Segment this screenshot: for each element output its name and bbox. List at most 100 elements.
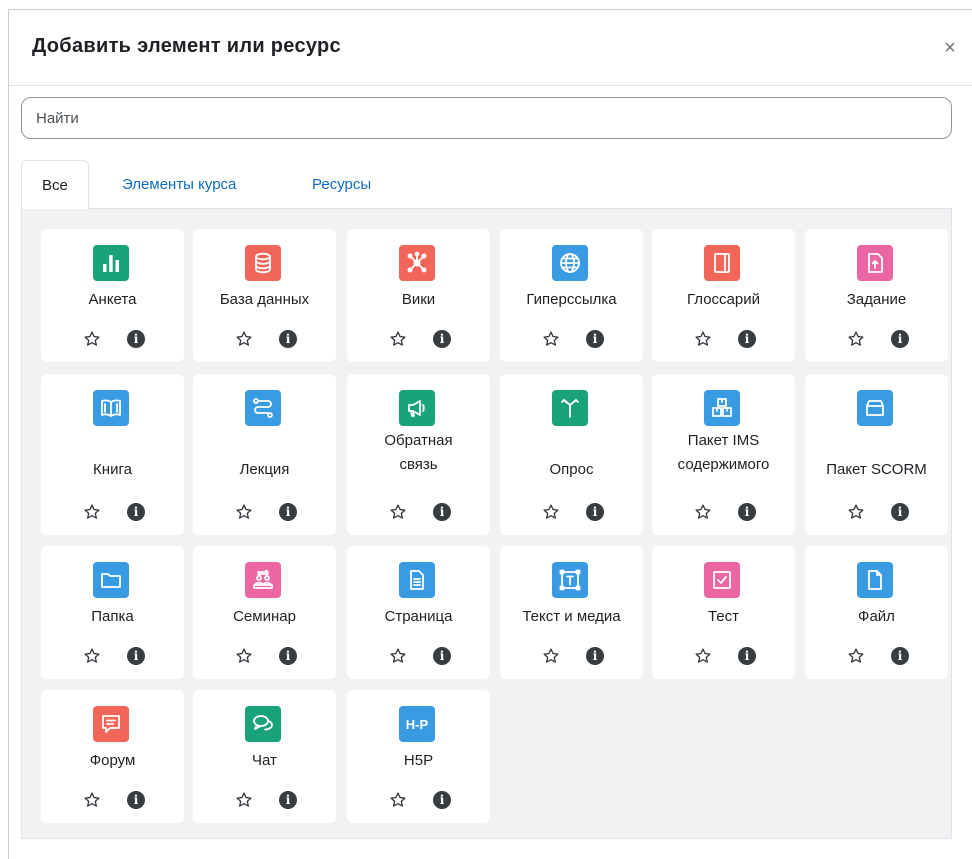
info-icon[interactable]: i xyxy=(433,647,451,665)
tab-all[interactable]: Все xyxy=(21,160,89,210)
tab-activities[interactable]: Элементы курса xyxy=(102,160,256,209)
activity-card[interactable]: База данных i xyxy=(193,229,336,362)
star-icon[interactable] xyxy=(694,330,712,348)
close-icon[interactable]: × xyxy=(938,36,962,60)
star-icon[interactable] xyxy=(694,647,712,665)
info-icon[interactable]: i xyxy=(127,330,145,348)
info-icon[interactable]: i xyxy=(433,791,451,809)
activity-card[interactable]: Пакет SCORM i xyxy=(805,374,948,535)
activity-label: Задание xyxy=(846,291,907,308)
info-icon[interactable]: i xyxy=(891,647,909,665)
info-icon[interactable]: i xyxy=(738,647,756,665)
book-open-icon xyxy=(93,390,129,426)
activity-label: Глоссарий xyxy=(687,291,760,308)
info-icon[interactable]: i xyxy=(279,503,297,521)
activity-label: База данных xyxy=(219,291,310,308)
folder-icon xyxy=(93,562,129,598)
activity-card[interactable]: Пакет IMS содержимого i xyxy=(652,374,795,535)
star-icon[interactable] xyxy=(235,503,253,521)
package-icon xyxy=(704,390,740,426)
tab-bar: Все Элементы курса Ресурсы xyxy=(21,160,952,210)
activity-card[interactable]: Папка i xyxy=(41,546,184,679)
activity-card[interactable]: Вики i xyxy=(347,229,490,362)
info-icon[interactable]: i xyxy=(279,647,297,665)
activity-card[interactable]: Глоссарий i xyxy=(652,229,795,362)
activity-label: Папка xyxy=(91,608,134,625)
signpost-icon xyxy=(552,390,588,426)
info-icon[interactable]: i xyxy=(891,503,909,521)
activity-card[interactable]: Опрос i xyxy=(500,374,643,535)
database-icon xyxy=(245,245,281,281)
star-icon[interactable] xyxy=(83,647,101,665)
activity-card[interactable]: Файл i xyxy=(805,546,948,679)
star-icon[interactable] xyxy=(83,330,101,348)
star-icon[interactable] xyxy=(542,330,560,348)
activity-label: Гиперссылка xyxy=(526,291,617,308)
info-icon[interactable]: i xyxy=(127,647,145,665)
activity-label: Пакет IMS содержимого xyxy=(677,432,770,473)
activity-card[interactable]: Тест i xyxy=(652,546,795,679)
info-icon[interactable]: i xyxy=(127,791,145,809)
megaphone-icon xyxy=(399,390,435,426)
star-icon[interactable] xyxy=(389,503,407,521)
star-icon[interactable] xyxy=(847,647,865,665)
activity-card[interactable]: Книга i xyxy=(41,374,184,535)
activity-label: H5P xyxy=(403,752,434,769)
star-icon[interactable] xyxy=(389,791,407,809)
chat-bubble-icon xyxy=(93,706,129,742)
activity-label: Чат xyxy=(252,752,277,769)
activity-card[interactable]: Задание i xyxy=(805,229,948,362)
info-icon[interactable]: i xyxy=(586,647,604,665)
star-icon[interactable] xyxy=(235,330,253,348)
activity-card[interactable]: Гиперссылка i xyxy=(500,229,643,362)
activity-label: Форум xyxy=(89,752,136,769)
star-icon[interactable] xyxy=(847,503,865,521)
info-icon[interactable]: i xyxy=(279,791,297,809)
tab-resources[interactable]: Ресурсы xyxy=(292,160,391,209)
info-icon[interactable]: i xyxy=(279,330,297,348)
info-icon[interactable]: i xyxy=(738,503,756,521)
star-icon[interactable] xyxy=(694,503,712,521)
activity-label: Анкета xyxy=(88,291,137,308)
activity-card[interactable]: Чат i xyxy=(193,690,336,823)
info-icon[interactable]: i xyxy=(586,330,604,348)
info-icon[interactable]: i xyxy=(127,503,145,521)
network-icon xyxy=(399,245,435,281)
activity-card[interactable]: Обратная связь i xyxy=(347,374,490,535)
activity-card[interactable]: Текст и медиа i xyxy=(500,546,643,679)
activity-label: Файл xyxy=(858,608,895,625)
dialog-header: Добавить элемент или ресурс × xyxy=(9,10,972,86)
star-icon[interactable] xyxy=(542,647,560,665)
search-input[interactable] xyxy=(21,97,952,139)
activity-card[interactable]: Семинар i xyxy=(193,546,336,679)
star-icon[interactable] xyxy=(83,791,101,809)
activity-card[interactable]: Страница i xyxy=(347,546,490,679)
activity-card[interactable]: H-P H5P i xyxy=(347,690,490,823)
dialog-title: Добавить элемент или ресурс xyxy=(32,35,341,57)
text-frame-icon xyxy=(552,562,588,598)
chat-bubbles-icon xyxy=(245,706,281,742)
star-icon[interactable] xyxy=(235,791,253,809)
star-icon[interactable] xyxy=(83,503,101,521)
star-icon[interactable] xyxy=(389,647,407,665)
activity-card[interactable]: Лекция i xyxy=(193,374,336,535)
info-icon[interactable]: i xyxy=(586,503,604,521)
activity-label: Обратная связь xyxy=(384,432,453,473)
star-icon[interactable] xyxy=(847,330,865,348)
activity-label: Лекция xyxy=(239,461,290,478)
info-icon[interactable]: i xyxy=(433,503,451,521)
activity-label: Текст и медиа xyxy=(522,608,621,625)
info-icon[interactable]: i xyxy=(738,330,756,348)
star-icon[interactable] xyxy=(542,503,560,521)
star-icon[interactable] xyxy=(389,330,407,348)
activity-card[interactable]: Форум i xyxy=(41,690,184,823)
activity-card[interactable]: Анкета i xyxy=(41,229,184,362)
info-icon[interactable]: i xyxy=(891,330,909,348)
info-icon[interactable]: i xyxy=(433,330,451,348)
activity-label: Книга xyxy=(93,461,132,478)
activity-grid: Анкета i База данных i Вики i Гиперссылка i Глос… xyxy=(21,209,952,839)
file-upload-icon xyxy=(857,245,893,281)
document-icon xyxy=(399,562,435,598)
checkbox-icon xyxy=(704,562,740,598)
star-icon[interactable] xyxy=(235,647,253,665)
